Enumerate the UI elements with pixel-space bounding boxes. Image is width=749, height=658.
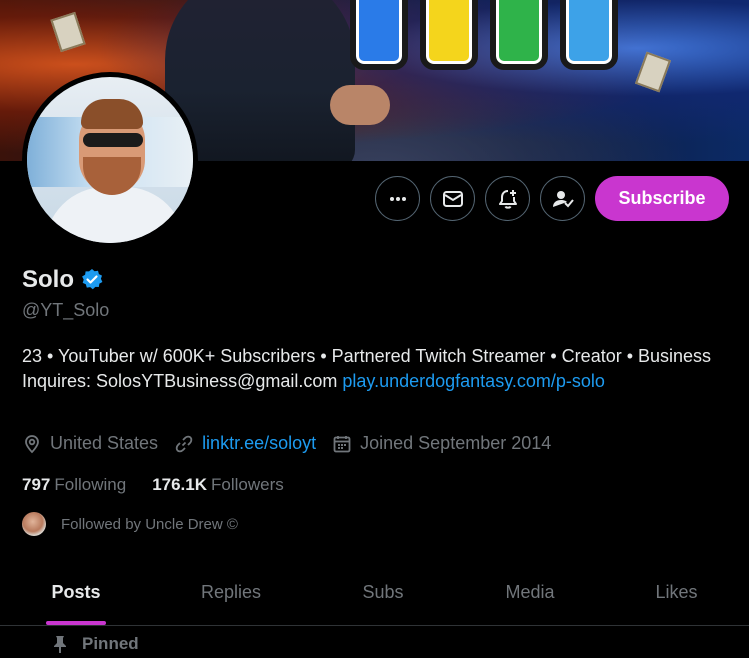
joined-text: Joined September 2014: [360, 433, 552, 453]
profile-actions: Subscribe: [0, 176, 749, 222]
more-icon: [389, 196, 406, 201]
verified-badge-icon[interactable]: [80, 268, 104, 292]
active-tab-indicator: [46, 621, 106, 625]
link-icon: [175, 435, 193, 452]
tab-replies[interactable]: Replies: [152, 560, 310, 625]
banner-letter: [490, 0, 548, 70]
following-count-link[interactable]: 797 Following: [22, 475, 126, 495]
tab-label: Posts: [51, 582, 101, 602]
message-icon: [442, 190, 463, 207]
tab-posts[interactable]: Posts: [0, 560, 152, 625]
tab-label: Replies: [200, 582, 262, 602]
display-name: Solo: [22, 266, 74, 293]
banner-letter: [420, 0, 478, 70]
bell-plus-icon: [498, 189, 517, 209]
banner-logo: [350, 0, 630, 110]
following-count: 797: [22, 475, 51, 494]
website-item[interactable]: linktr.ee/soloyt: [174, 433, 316, 454]
joined-item: Joined September 2014: [332, 433, 551, 454]
followed-by[interactable]: Followed by Uncle Drew ©: [22, 512, 238, 536]
user-check-icon: [552, 190, 574, 207]
avatar-hair: [81, 99, 143, 129]
followers-count-link[interactable]: 176.1K Followers: [152, 475, 284, 495]
more-button[interactable]: [375, 176, 420, 221]
followed-by-text: Followed by Uncle Drew ©: [61, 515, 238, 533]
profile-name-row: Solo: [22, 266, 104, 294]
subscribe-button[interactable]: Subscribe: [595, 176, 729, 221]
location-text: United States: [50, 433, 159, 453]
website-link[interactable]: linktr.ee/soloyt: [202, 433, 316, 454]
notification-button[interactable]: [485, 176, 530, 221]
tab-media[interactable]: Media: [456, 560, 604, 625]
follower-avatar: [22, 512, 46, 536]
location-item: United States: [22, 433, 158, 454]
banner-decoration: [634, 51, 672, 93]
message-button[interactable]: [430, 176, 475, 221]
tab-label: Likes: [655, 582, 698, 602]
profile-counts: 797 Following 176.1K Followers: [22, 475, 310, 495]
bio-link[interactable]: play.underdogfantasy.com/p-solo: [342, 371, 605, 391]
pinned-indicator: Pinned: [52, 634, 139, 654]
tab-label: Subs: [362, 582, 404, 602]
banner-letter: [350, 0, 408, 70]
followers-count: 176.1K: [152, 475, 208, 494]
profile-meta: United States linktr.ee/soloyt Joined Se…: [22, 433, 567, 454]
location-pin-icon: [25, 434, 39, 453]
banner-letter: [560, 0, 618, 70]
profile-tabs: Posts Replies Subs Media Likes: [0, 560, 749, 626]
followers-label: Followers: [211, 475, 284, 494]
profile-bio: 23 • YouTuber w/ 600K+ Subscribers • Par…: [22, 344, 722, 394]
pinned-label: Pinned: [82, 634, 139, 653]
following-button[interactable]: [540, 176, 585, 221]
following-label: Following: [54, 475, 127, 494]
calendar-icon: [333, 435, 351, 452]
pin-icon: [54, 636, 66, 653]
tab-label: Media: [505, 582, 555, 602]
banner-decoration: [50, 11, 86, 53]
profile-handle: @YT_Solo: [22, 300, 110, 320]
tab-likes[interactable]: Likes: [604, 560, 749, 625]
avatar-sunglasses: [83, 133, 143, 147]
tab-subs[interactable]: Subs: [310, 560, 456, 625]
